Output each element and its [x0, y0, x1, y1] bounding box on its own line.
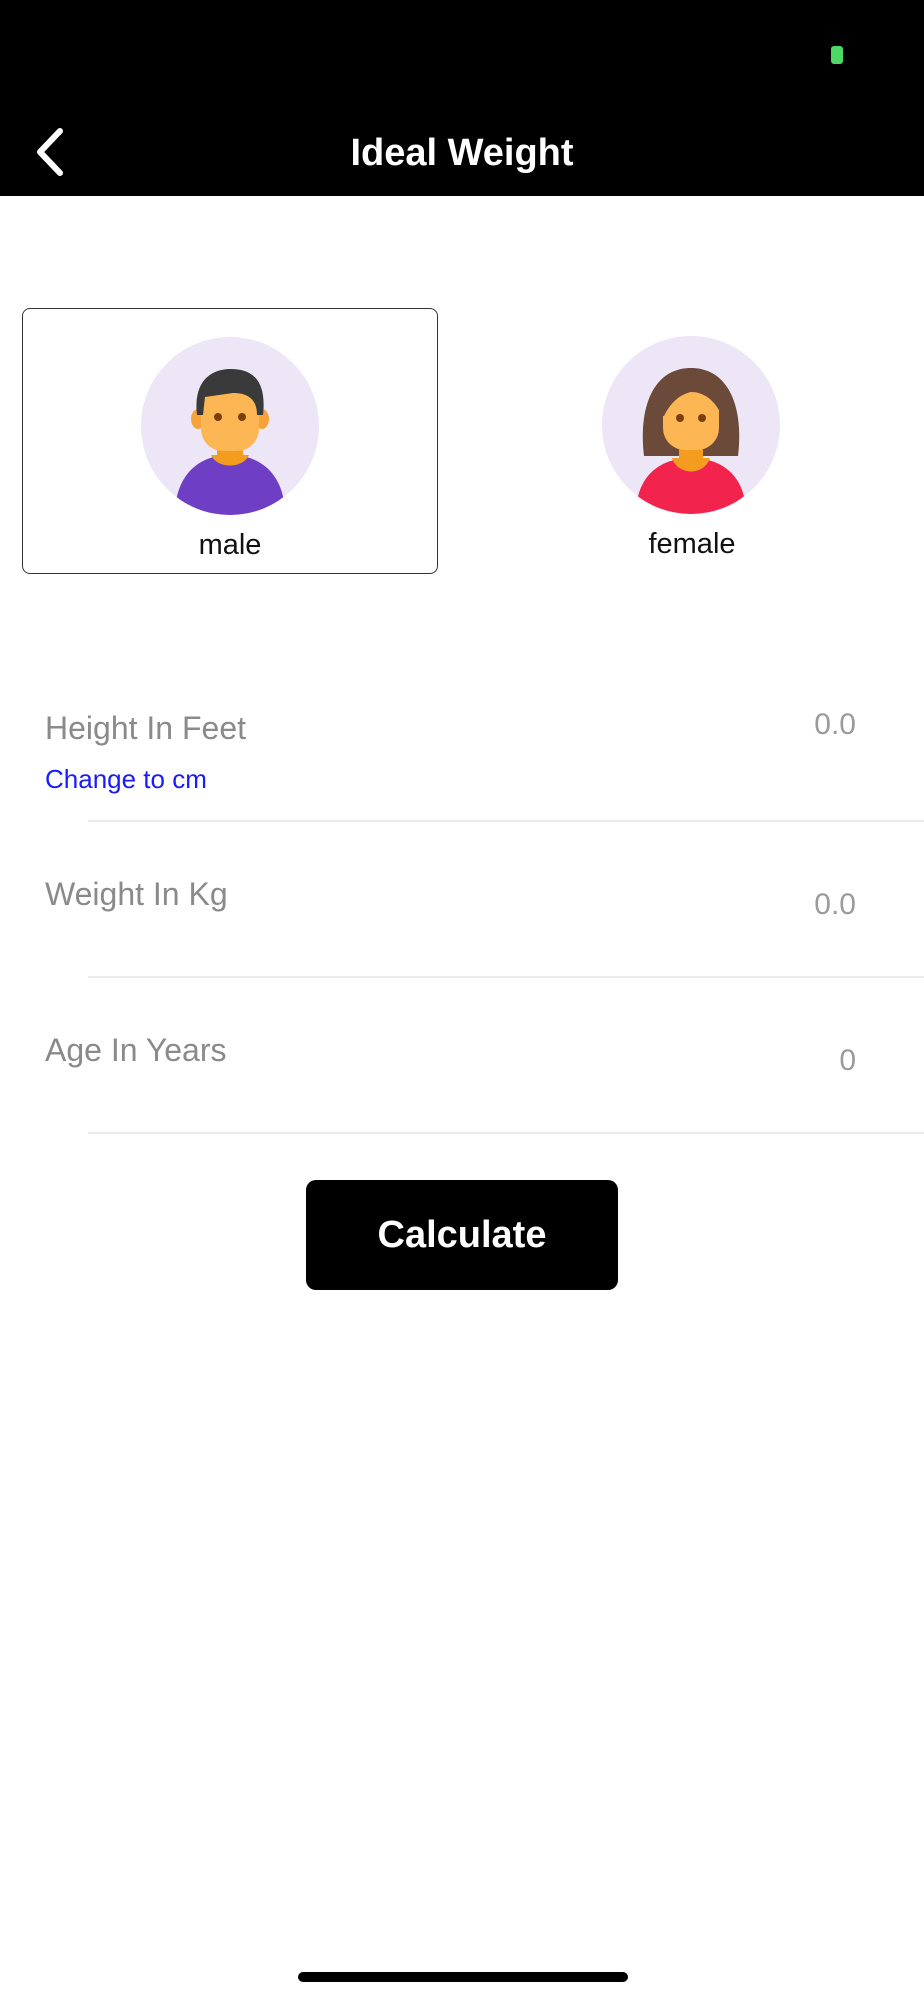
page-title: Ideal Weight — [350, 132, 574, 174]
age-input[interactable]: 0 — [839, 1044, 856, 1078]
gender-option-female[interactable]: female — [484, 308, 900, 574]
divider — [88, 1132, 924, 1134]
male-avatar-icon — [141, 337, 319, 515]
weight-field[interactable]: Weight In Kg 0.0 — [0, 870, 924, 970]
height-input[interactable]: 0.0 — [814, 708, 856, 742]
height-field[interactable]: Height In Feet 0.0 Change to cm — [0, 700, 924, 822]
weight-label: Weight In Kg — [45, 876, 228, 912]
battery-icon — [831, 46, 843, 64]
divider — [88, 976, 924, 978]
nav-bar: Ideal Weight — [0, 110, 924, 196]
divider — [88, 820, 924, 822]
status-bar — [0, 0, 924, 110]
weight-input[interactable]: 0.0 — [814, 888, 856, 922]
female-avatar-icon — [602, 336, 780, 514]
calculate-button[interactable]: Calculate — [306, 1180, 618, 1290]
height-label: Height In Feet — [45, 710, 246, 746]
gender-label-male: male — [198, 529, 262, 561]
home-indicator — [298, 1972, 628, 1982]
age-field[interactable]: Age In Years 0 — [0, 1026, 924, 1126]
gender-option-male[interactable]: male — [22, 308, 438, 574]
age-label: Age In Years — [45, 1032, 227, 1068]
change-unit-link[interactable]: Change to cm — [45, 764, 207, 795]
gender-label-female: female — [648, 528, 736, 560]
